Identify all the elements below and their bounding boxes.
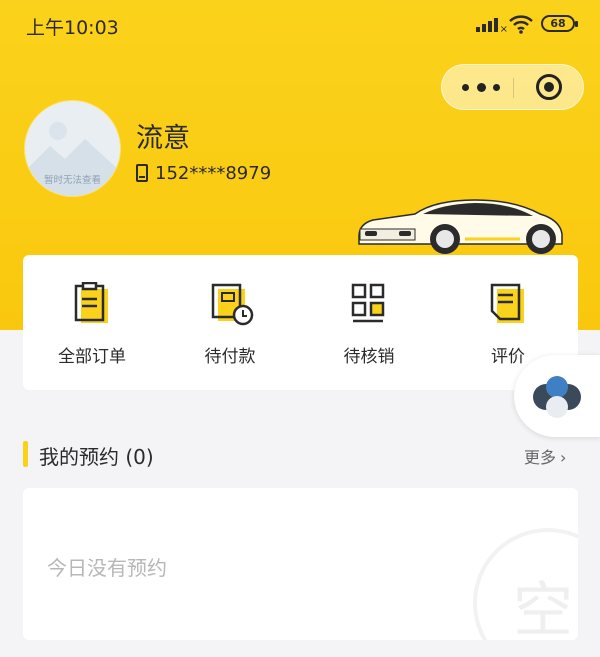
signal-icon: × [476, 16, 508, 35]
status-bar: 上午10:03 × 68 [0, 0, 600, 48]
menu-all-orders[interactable]: 全部订单 [23, 255, 161, 390]
clipboard-icon [74, 282, 108, 323]
phone-number: 152****8979 [155, 163, 272, 184]
service-avatars-icon [533, 376, 581, 418]
close-miniprogram-icon[interactable] [536, 74, 562, 100]
menu-label: 待付款 [204, 347, 256, 367]
menu-pending-payment[interactable]: 待付款 [161, 255, 299, 390]
chevron-right-icon: › [560, 448, 567, 467]
user-name: 流意 [136, 123, 190, 154]
more-options-icon[interactable] [460, 65, 510, 109]
menu-label: 待核销 [343, 347, 395, 367]
document-icon [490, 283, 524, 323]
watermark-stamp-icon: 空 [473, 528, 578, 640]
wifi-icon [509, 15, 533, 34]
floating-customer-service-button[interactable] [514, 355, 600, 437]
phone-icon [136, 164, 148, 182]
empty-reservations-text: 今日没有预约 [47, 556, 167, 580]
menu-label: 全部订单 [58, 347, 126, 367]
status-time: 上午10:03 [26, 17, 119, 39]
reservations-title: 我的预约 (0) [39, 445, 154, 469]
car-illustration [358, 199, 563, 254]
capsule-divider [513, 78, 514, 98]
battery-icon: 68 [541, 15, 578, 32]
miniprogram-capsule [441, 64, 584, 110]
more-link-label: 更多 [524, 448, 557, 467]
reservations-card: 今日没有预约 空 [23, 488, 578, 640]
avatar-placeholder-text: 暂时无法查看 [43, 175, 101, 186]
avatar[interactable]: 暂时无法查看 [25, 101, 120, 196]
section-accent-bar [23, 441, 28, 467]
qr-code-icon [351, 283, 385, 323]
order-menu-card: 全部订单 待付款 待核销 评价 [23, 255, 578, 390]
wallet-clock-icon [211, 283, 254, 326]
more-reservations-link[interactable]: 更多 › [524, 444, 566, 468]
menu-pending-verify[interactable]: 待核销 [300, 255, 438, 390]
